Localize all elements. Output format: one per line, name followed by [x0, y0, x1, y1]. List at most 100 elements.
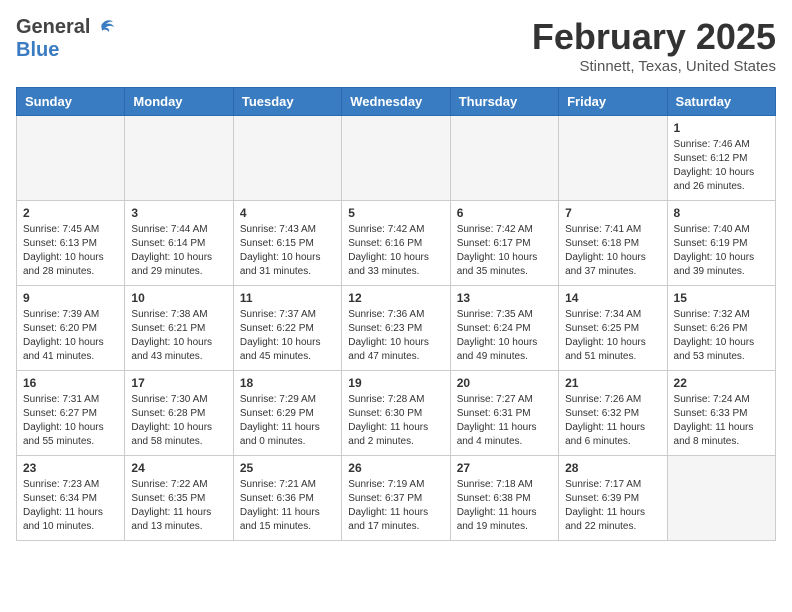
calendar-cell: 12Sunrise: 7:36 AM Sunset: 6:23 PM Dayli… — [342, 286, 450, 371]
day-info: Sunrise: 7:35 AM Sunset: 6:24 PM Dayligh… — [457, 308, 552, 364]
column-header-wednesday: Wednesday — [342, 88, 450, 116]
day-number: 9 — [23, 291, 118, 305]
day-info: Sunrise: 7:44 AM Sunset: 6:14 PM Dayligh… — [131, 223, 226, 279]
day-info: Sunrise: 7:19 AM Sunset: 6:37 PM Dayligh… — [348, 478, 443, 534]
calendar-cell: 13 Sunrise: 7:35 AM Sunset: 6:24 PM Dayli… — [450, 286, 558, 371]
column-header-sunday: Sunday — [17, 88, 125, 116]
calendar-cell: 10 Sunrise: 7:38 AM Sunset: 6:21 PM Dayli… — [125, 286, 233, 371]
calendar-cell: 17 Sunrise: 7:30 AM Sunset: 6:28 PM Dayli… — [125, 371, 233, 456]
day-number: 7 — [565, 206, 660, 220]
logo-blue-text: Blue — [16, 39, 59, 62]
day-info: Sunrise: 7:39 AM Sunset: 6:20 PM Dayligh… — [23, 308, 118, 364]
day-number: 28 — [565, 461, 660, 475]
column-header-monday: Monday — [125, 88, 233, 116]
day-info: Sunrise: 7:37 AM Sunset: 6:22 PM Dayligh… — [240, 308, 335, 364]
day-info: Sunrise: 7:21 AM Sunset: 6:36 PM Dayligh… — [240, 478, 335, 534]
calendar-cell: 15 Sunrise: 7:32 AM Sunset: 6:26 PM Dayli… — [667, 286, 775, 371]
column-header-tuesday: Tuesday — [233, 88, 341, 116]
logo-general-text: General — [16, 16, 90, 39]
calendar-cell: 21 Sunrise: 7:26 AM Sunset: 6:32 PM Dayli… — [559, 371, 667, 456]
day-number: 19 — [348, 376, 443, 390]
calendar-week-row: 2 Sunrise: 7:45 AM Sunset: 6:13 PM Daylig… — [17, 201, 776, 286]
day-info: Sunrise: 7:38 AM Sunset: 6:21 PM Dayligh… — [131, 308, 226, 364]
calendar-cell: 3Sunrise: 7:44 AM Sunset: 6:14 PM Daylig… — [125, 201, 233, 286]
day-info: Sunrise: 7:27 AM Sunset: 6:31 PM Dayligh… — [457, 393, 552, 449]
day-info: Sunrise: 7:28 AM Sunset: 6:30 PM Dayligh… — [348, 393, 443, 449]
calendar-cell: 11Sunrise: 7:37 AM Sunset: 6:22 PM Dayli… — [233, 286, 341, 371]
calendar-cell: 25 Sunrise: 7:21 AM Sunset: 6:36 PM Dayli… — [233, 456, 341, 541]
day-number: 14 — [565, 291, 660, 305]
calendar-cell — [125, 116, 233, 201]
day-number: 1 — [674, 121, 769, 135]
column-header-thursday: Thursday — [450, 88, 558, 116]
calendar-cell — [17, 116, 125, 201]
page-header: General Blue February 2025 Stinnett, Tex… — [16, 16, 776, 75]
day-info: Sunrise: 7:45 AM Sunset: 6:13 PM Dayligh… — [23, 223, 118, 279]
day-info: Sunrise: 7:26 AM Sunset: 6:32 PM Dayligh… — [565, 393, 660, 449]
calendar-cell — [450, 116, 558, 201]
calendar-cell: 24 Sunrise: 7:22 AM Sunset: 6:35 PM Dayli… — [125, 456, 233, 541]
day-number: 20 — [457, 376, 552, 390]
calendar-cell: 4Sunrise: 7:43 AM Sunset: 6:15 PM Daylig… — [233, 201, 341, 286]
day-number: 27 — [457, 461, 552, 475]
calendar-cell: 27 Sunrise: 7:18 AM Sunset: 6:38 PM Dayli… — [450, 456, 558, 541]
day-number: 17 — [131, 376, 226, 390]
calendar-cell: 28 Sunrise: 7:17 AM Sunset: 6:39 PM Dayli… — [559, 456, 667, 541]
day-info: Sunrise: 7:32 AM Sunset: 6:26 PM Dayligh… — [674, 308, 769, 364]
day-info: Sunrise: 7:23 AM Sunset: 6:34 PM Dayligh… — [23, 478, 118, 534]
calendar-cell: 26 Sunrise: 7:19 AM Sunset: 6:37 PM Dayli… — [342, 456, 450, 541]
calendar-cell: 9 Sunrise: 7:39 AM Sunset: 6:20 PM Daylig… — [17, 286, 125, 371]
day-number: 25 — [240, 461, 335, 475]
calendar-cell: 16 Sunrise: 7:31 AM Sunset: 6:27 PM Dayli… — [17, 371, 125, 456]
calendar-cell — [342, 116, 450, 201]
logo-bird-icon — [93, 19, 115, 37]
calendar-cell: 23 Sunrise: 7:23 AM Sunset: 6:34 PM Dayli… — [17, 456, 125, 541]
calendar-cell: 7 Sunrise: 7:41 AM Sunset: 6:18 PM Daylig… — [559, 201, 667, 286]
day-number: 16 — [23, 376, 118, 390]
day-number: 8 — [674, 206, 769, 220]
calendar-cell: 5Sunrise: 7:42 AM Sunset: 6:16 PM Daylig… — [342, 201, 450, 286]
logo: General Blue — [16, 16, 115, 62]
day-number: 15 — [674, 291, 769, 305]
day-info: Sunrise: 7:29 AM Sunset: 6:29 PM Dayligh… — [240, 393, 335, 449]
calendar-cell: 19 Sunrise: 7:28 AM Sunset: 6:30 PM Dayli… — [342, 371, 450, 456]
day-number: 10 — [131, 291, 226, 305]
calendar-cell: 22 Sunrise: 7:24 AM Sunset: 6:33 PM Dayli… — [667, 371, 775, 456]
calendar-cell: 20 Sunrise: 7:27 AM Sunset: 6:31 PM Dayli… — [450, 371, 558, 456]
column-header-saturday: Saturday — [667, 88, 775, 116]
day-number: 2 — [23, 206, 118, 220]
day-number: 21 — [565, 376, 660, 390]
calendar-week-row: 16 Sunrise: 7:31 AM Sunset: 6:27 PM Dayli… — [17, 371, 776, 456]
day-info: Sunrise: 7:30 AM Sunset: 6:28 PM Dayligh… — [131, 393, 226, 449]
day-number: 26 — [348, 461, 443, 475]
calendar-week-row: 9 Sunrise: 7:39 AM Sunset: 6:20 PM Daylig… — [17, 286, 776, 371]
day-number: 24 — [131, 461, 226, 475]
day-info: Sunrise: 7:22 AM Sunset: 6:35 PM Dayligh… — [131, 478, 226, 534]
calendar-cell — [233, 116, 341, 201]
calendar-cell: 6Sunrise: 7:42 AM Sunset: 6:17 PM Daylig… — [450, 201, 558, 286]
month-title: February 2025 — [532, 16, 776, 58]
day-info: Sunrise: 7:18 AM Sunset: 6:38 PM Dayligh… — [457, 478, 552, 534]
day-info: Sunrise: 7:17 AM Sunset: 6:39 PM Dayligh… — [565, 478, 660, 534]
day-number: 18 — [240, 376, 335, 390]
calendar-week-row: 23 Sunrise: 7:23 AM Sunset: 6:34 PM Dayli… — [17, 456, 776, 541]
day-info: Sunrise: 7:24 AM Sunset: 6:33 PM Dayligh… — [674, 393, 769, 449]
day-info: Sunrise: 7:36 AM Sunset: 6:23 PM Dayligh… — [348, 308, 443, 364]
title-block: February 2025 Stinnett, Texas, United St… — [532, 16, 776, 75]
calendar-cell: 14 Sunrise: 7:34 AM Sunset: 6:25 PM Dayli… — [559, 286, 667, 371]
calendar-cell: 2 Sunrise: 7:45 AM Sunset: 6:13 PM Daylig… — [17, 201, 125, 286]
day-number: 22 — [674, 376, 769, 390]
day-info: Sunrise: 7:42 AM Sunset: 6:17 PM Dayligh… — [457, 223, 552, 279]
day-number: 23 — [23, 461, 118, 475]
day-number: 13 — [457, 291, 552, 305]
day-info: Sunrise: 7:40 AM Sunset: 6:19 PM Dayligh… — [674, 223, 769, 279]
day-info: Sunrise: 7:42 AM Sunset: 6:16 PM Dayligh… — [348, 223, 443, 279]
day-info: Sunrise: 7:41 AM Sunset: 6:18 PM Dayligh… — [565, 223, 660, 279]
day-info: Sunrise: 7:34 AM Sunset: 6:25 PM Dayligh… — [565, 308, 660, 364]
calendar-cell: 8 Sunrise: 7:40 AM Sunset: 6:19 PM Daylig… — [667, 201, 775, 286]
day-info: Sunrise: 7:46 AM Sunset: 6:12 PM Dayligh… — [674, 138, 769, 194]
calendar-table: SundayMondayTuesdayWednesdayThursdayFrid… — [16, 87, 776, 541]
day-number: 4 — [240, 206, 335, 220]
day-info: Sunrise: 7:31 AM Sunset: 6:27 PM Dayligh… — [23, 393, 118, 449]
location-text: Stinnett, Texas, United States — [532, 58, 776, 75]
